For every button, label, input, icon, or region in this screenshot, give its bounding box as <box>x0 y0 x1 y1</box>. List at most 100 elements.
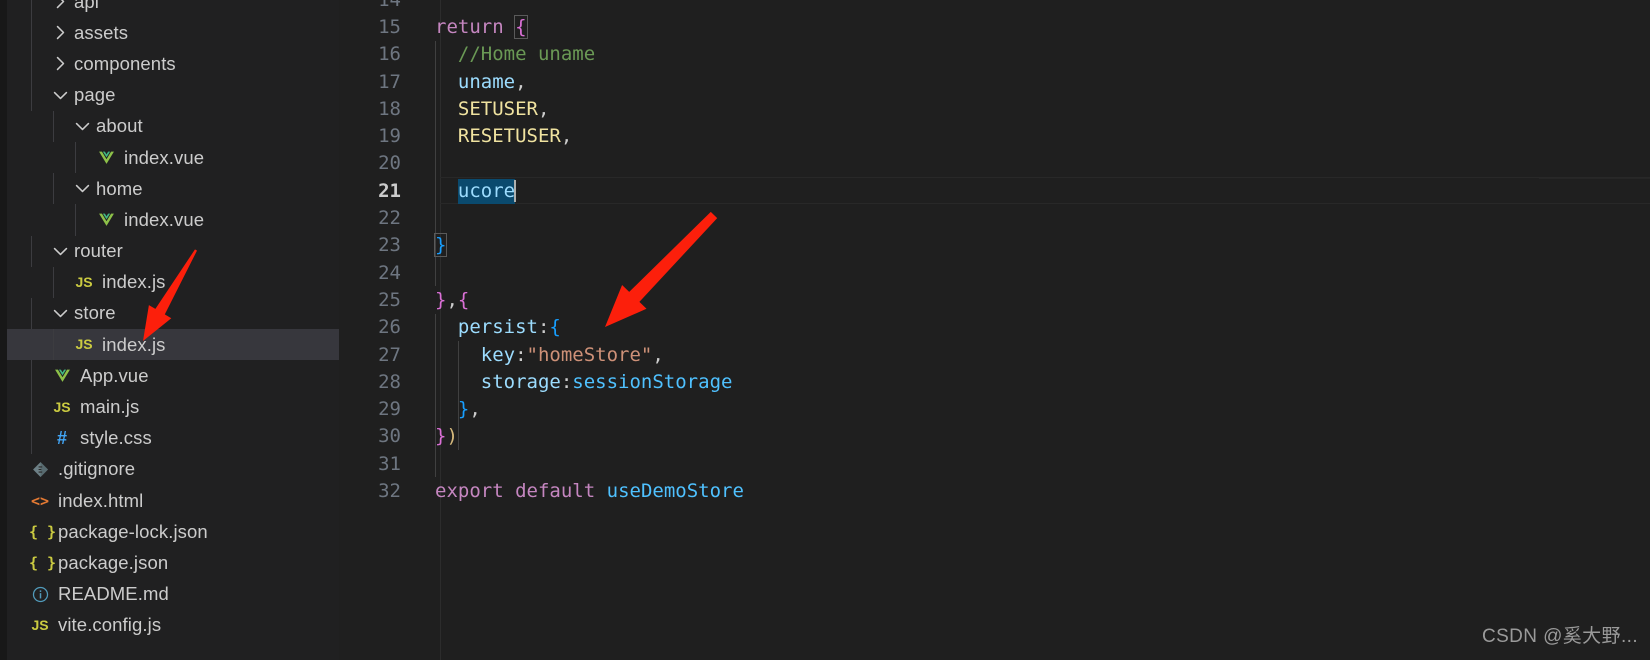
tree-file-index-js[interactable]: JS index.js <box>7 266 339 298</box>
tree-folder-router[interactable]: router <box>7 235 339 267</box>
tree-item-label: index.html <box>58 489 144 511</box>
line-number: 14 <box>339 0 407 11</box>
tree-indent-guide <box>53 173 54 205</box>
code-line-text: //Home uname <box>435 43 595 65</box>
tree-file-main-js[interactable]: JS main.js <box>7 391 339 423</box>
line-number: 30 <box>378 425 401 448</box>
code-line-15[interactable]: 15 return { <box>339 13 1650 40</box>
tree-file-index-html[interactable]: <> index.html <box>7 485 339 516</box>
code-line-21[interactable]: 21 ucore <box>339 177 1650 205</box>
code-line-17[interactable]: 17 uname, <box>339 68 1650 95</box>
chevron-down-icon[interactable] <box>73 179 92 198</box>
line-number: 21 <box>378 179 401 202</box>
tree-file-vite-config-js[interactable]: JS vite.config.js <box>7 610 339 641</box>
tree-file--gitignore[interactable]: .gitignore <box>7 454 339 485</box>
js-file-icon: JS <box>31 616 49 633</box>
tree-indent-guide <box>53 110 54 142</box>
tree-folder-home[interactable]: home <box>7 173 339 205</box>
code-line-24[interactable]: 24 <box>339 259 1650 286</box>
tree-folder-store[interactable]: store <box>7 297 339 330</box>
code-editor[interactable]: 14 15return {16 //Home uname17 uname,18 S… <box>339 0 1650 660</box>
tree-folder-assets[interactable]: assets <box>7 17 339 49</box>
explorer-file-tree[interactable]: api assets components page about index.vue hom… <box>7 0 339 641</box>
code-line-31[interactable]: 31 <box>339 450 1650 477</box>
tree-folder-api[interactable]: api <box>7 0 339 18</box>
code-token: SETUSER <box>457 97 538 120</box>
chevron-right-icon[interactable] <box>51 54 70 73</box>
code-line-28[interactable]: 28 storage:sessionStorage <box>339 368 1650 395</box>
chevron-down-icon[interactable] <box>51 242 70 261</box>
tree-file-package-json[interactable]: { } package.json <box>7 547 339 578</box>
tree-file-package-lock-json[interactable]: { } package-lock.json <box>7 516 339 547</box>
code-token: } <box>435 425 447 448</box>
tree-item-label: router <box>74 240 123 262</box>
chevron-down-icon[interactable] <box>51 304 70 323</box>
code-line-16[interactable]: 16 //Home uname <box>339 41 1650 68</box>
code-line-23[interactable]: 23} <box>339 232 1650 259</box>
code-token: , <box>560 125 573 148</box>
explorer-sidebar[interactable]: api assets components page about index.vue hom… <box>7 0 339 660</box>
code-line-25[interactable]: 25},{ <box>339 286 1650 313</box>
tree-item-label: index.vue <box>124 208 205 230</box>
js-file-icon: JS <box>75 336 93 353</box>
code-line-18[interactable]: 18 SETUSER, <box>339 95 1650 122</box>
line-number: 26 <box>378 316 401 339</box>
tree-item-label: README.md <box>58 583 169 605</box>
tree-item-label: main.js <box>80 396 140 418</box>
tree-folder-page[interactable]: page <box>7 79 339 111</box>
tree-item-label: style.css <box>80 427 152 449</box>
code-line-19[interactable]: 19 RESETUSER, <box>339 122 1650 149</box>
chevron-right-icon[interactable] <box>51 23 70 42</box>
tree-indent-guide <box>31 48 32 80</box>
tree-folder-about[interactable]: about <box>7 110 339 142</box>
code-token: { <box>457 288 470 311</box>
tree-file-index-vue[interactable]: index.vue <box>7 204 339 236</box>
html-file-icon: <> <box>30 491 50 510</box>
tree-item-label: api <box>74 0 99 12</box>
code-line-29[interactable]: 29 }, <box>339 395 1650 422</box>
code-token: default <box>515 479 596 502</box>
code-line-20[interactable]: 20 <box>339 150 1650 177</box>
tree-indent-guide <box>53 329 54 361</box>
tree-indent-guide <box>31 0 32 18</box>
code-line-22[interactable]: 22 <box>339 204 1650 231</box>
tree-indent-guide <box>31 17 32 49</box>
tree-item-label: home <box>96 177 143 199</box>
activity-bar[interactable] <box>0 0 7 660</box>
code-line-text: }) <box>435 425 458 447</box>
vue-file-icon <box>95 149 117 166</box>
tree-item-label: store <box>74 302 116 324</box>
tree-indent-guide <box>31 422 32 454</box>
tree-file-index-js[interactable]: JS index.js <box>7 329 339 361</box>
tree-file-style-css[interactable]: # style.css <box>7 422 339 454</box>
code-content[interactable]: 14 15return {16 //Home uname17 uname,18 S… <box>339 0 1650 505</box>
tree-indent-guide <box>31 79 32 111</box>
code-line-text: RESETUSER, <box>435 125 572 147</box>
code-line-32[interactable]: 32 export default useDemoStore <box>339 477 1650 504</box>
tree-item-label: index.js <box>102 271 166 293</box>
js-file-icon: JS <box>53 398 71 415</box>
code-token: : <box>560 370 573 393</box>
code-token: } <box>457 398 470 421</box>
tree-file-index-vue[interactable]: index.vue <box>7 141 339 174</box>
chevron-right-icon[interactable] <box>51 0 70 11</box>
code-line-text: uname, <box>435 71 527 93</box>
line-number: 27 <box>378 343 401 366</box>
code-line-27[interactable]: 27 key:"homeStore", <box>339 341 1650 368</box>
code-line-14[interactable]: 14 <box>339 0 1650 13</box>
chevron-down-icon[interactable] <box>51 86 70 105</box>
line-number: 20 <box>378 152 401 175</box>
code-token: sessionStorage <box>572 370 733 393</box>
tree-item-label: package-lock.json <box>58 520 208 542</box>
csdn-watermark: CSDN @奚大野... <box>1481 626 1638 647</box>
tree-file-readme-md[interactable]: README.md <box>7 579 339 610</box>
code-line-30[interactable]: 30}) <box>339 423 1650 450</box>
chevron-down-icon[interactable] <box>73 117 92 136</box>
tree-folder-components[interactable]: components <box>7 48 339 80</box>
code-line-26[interactable]: 26 persist:{ <box>339 314 1650 341</box>
tree-file-app-vue[interactable]: App.vue <box>7 360 339 392</box>
